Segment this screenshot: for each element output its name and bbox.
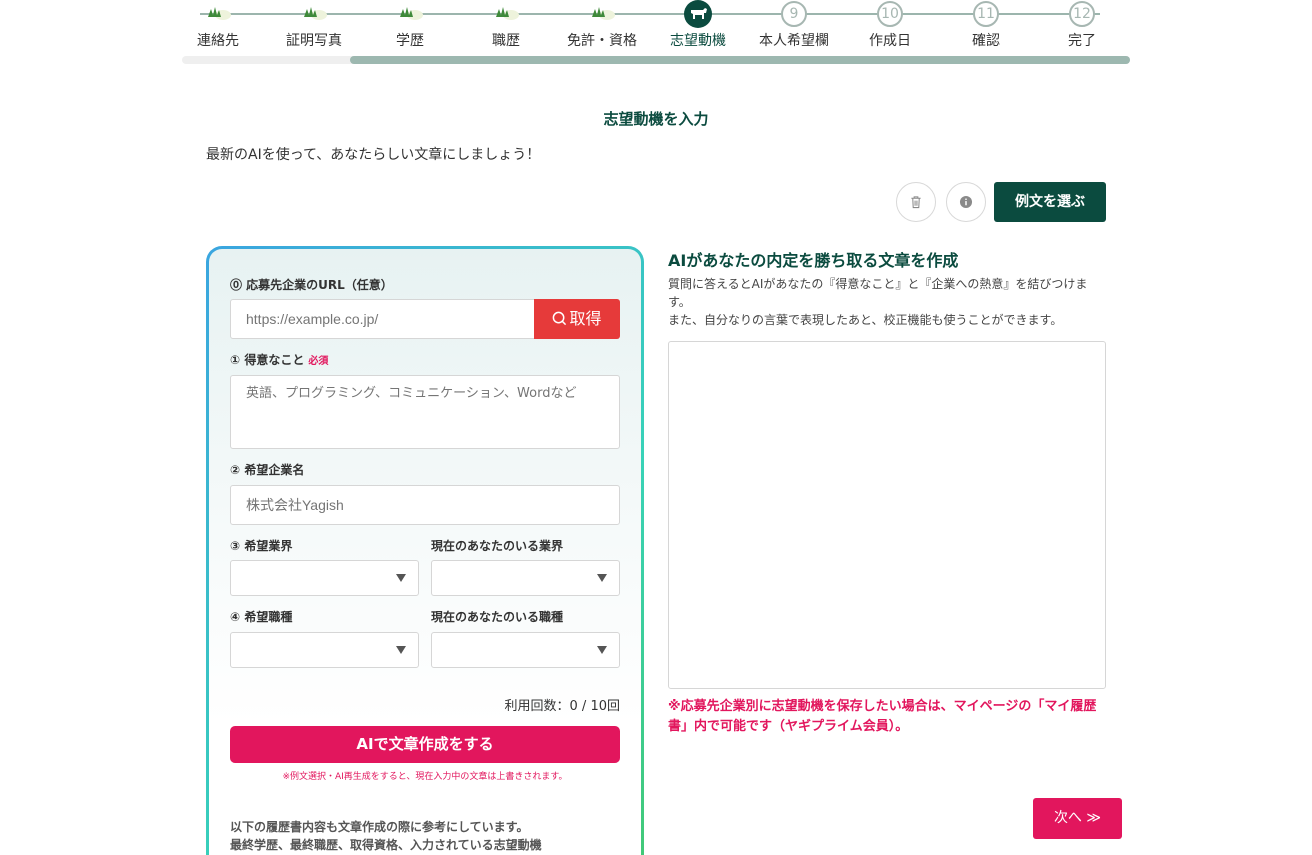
step-number: 10 [877,1,903,27]
next-button[interactable]: 次へ ≫ [1033,798,1122,839]
step-number: 9 [781,1,807,27]
job-select[interactable] [230,632,419,668]
step-number: 11 [973,1,999,27]
usage-count: 利用回数：0 / 10回 [504,699,620,714]
chevron-down-icon [597,574,607,582]
grass-icon [496,7,519,20]
progress-stepper: 連絡先 証明写真 学歴 職歴 免許・資格 志望動機 9 本人希望欄 10 作成日… [182,0,1130,66]
overwrite-warning: ※例文選択・AI再生成をすると、現在入力中の文章は上書きされます。 [282,772,568,782]
chevron-down-icon [396,574,406,582]
step-motivation[interactable]: 志望動機 [650,0,746,50]
goat-icon [691,8,707,19]
strength-label: ① 得意なこと 必須 [230,351,328,368]
result-title: AIがあなたの内定を勝ち取る文章を作成 [668,251,959,270]
motivation-textarea[interactable] [668,341,1106,689]
search-icon [553,311,567,326]
info-icon [959,195,973,209]
required-badge: 必須 [308,356,329,367]
current-job-label: 現在のあなたのいる職種 [431,610,564,624]
current-step-marker [684,0,712,28]
ai-generate-button[interactable]: AIで文章作成をする [230,726,620,763]
company-label: ② 希望企業名 [230,463,305,477]
step-licenses[interactable]: 免許・資格 [554,0,650,50]
chevron-down-icon [396,646,406,654]
fetch-button[interactable]: 取得 [534,299,620,339]
info-button[interactable] [946,182,986,222]
progress-fill [350,56,1130,64]
step-label: 免許・資格 [567,33,637,49]
page-title: 志望動機を入力 [603,110,709,128]
grass-icon [400,7,423,20]
trash-icon [911,196,921,209]
current-industry-label: 現在のあなたのいる業界 [431,539,564,553]
step-work-history[interactable]: 職歴 [458,0,554,50]
grass-icon [592,7,615,20]
step-number: 12 [1069,1,1095,27]
strength-label-text: ① 得意なこと [230,353,305,367]
step-wishes[interactable]: 9 本人希望欄 [746,0,842,50]
step-date[interactable]: 10 作成日 [842,0,938,50]
strength-textarea[interactable] [230,375,620,449]
url-label: ⓪ 応募先企業のURL（任意） [230,278,393,292]
grass-icon [208,7,231,20]
step-education[interactable]: 学歴 [362,0,458,50]
industry-select[interactable] [230,560,419,596]
step-complete[interactable]: 12 完了 [1034,0,1130,50]
chevron-down-icon [597,646,607,654]
step-label: 学歴 [396,33,424,49]
step-label: 本人希望欄 [759,33,829,49]
step-label: 証明写真 [286,33,342,49]
result-description: 質問に答えるとAIがあなたの『得意なこと』と『企業への熱意』を結びつけます。 ま… [668,275,1106,329]
current-industry-select[interactable] [431,560,620,596]
page-subtitle: 最新のAIを使って、あなたらしい文章にしましょう！ [206,147,541,163]
choose-example-button[interactable]: 例文を選ぶ [994,182,1106,222]
grass-icon [304,7,327,20]
step-photo[interactable]: 証明写真 [266,0,362,50]
company-name-input[interactable] [230,485,620,525]
result-description-line: 質問に答えるとAIがあなたの『得意なこと』と『企業への熱意』を結びつけます。 [668,277,1088,309]
step-label: 作成日 [869,33,911,49]
step-label: 完了 [1068,33,1096,49]
step-label: 確認 [972,33,1000,49]
save-warning: ※応募先企業別に志望動機を保存したい場合は、マイページの「マイ履歴書」内で可能で… [668,699,1097,734]
step-label: 職歴 [492,33,520,49]
current-job-select[interactable] [431,632,620,668]
step-label: 志望動機 [670,33,726,49]
job-label: ④ 希望職種 [230,610,293,624]
company-url-input[interactable] [230,299,535,339]
step-label: 連絡先 [197,33,239,49]
result-description-line: また、自分なりの言葉で表現したあと、校正機能も使うことができます。 [668,313,1063,327]
reference-note: 以下の履歴書内容も文章作成の際に参考にしています。 [230,820,529,834]
step-contact[interactable]: 連絡先 [170,0,266,50]
delete-button[interactable] [896,182,936,222]
fetch-button-label: 取得 [569,309,602,328]
step-confirm[interactable]: 11 確認 [938,0,1034,50]
reference-items: 最終学歴、最終職歴、取得資格、入力されている志望動機 [230,838,542,852]
industry-label: ③ 希望業界 [230,539,293,553]
